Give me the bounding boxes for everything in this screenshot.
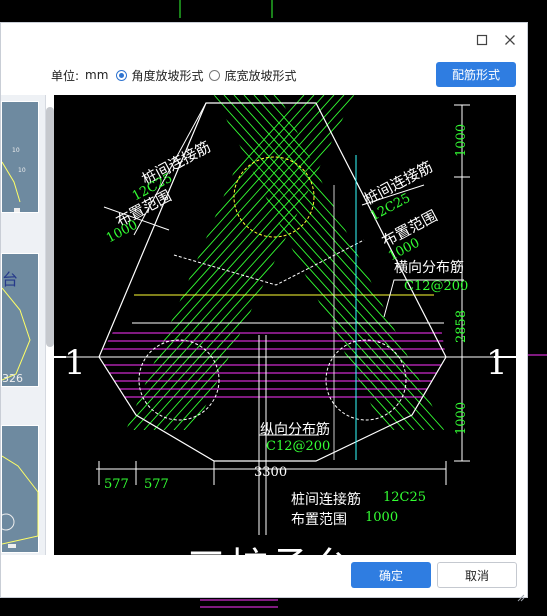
drawing-title: 三桩承台一 (186, 535, 396, 555)
label-longitudinal-rebar: 纵向分布筋 (260, 422, 330, 438)
dimension-bottom-1: 577 (104, 477, 129, 492)
section-label-left: 1 (64, 343, 86, 383)
thumbnail-text: 326 (2, 372, 23, 385)
maximize-icon[interactable] (473, 31, 491, 49)
thumbnail-drawing (1, 455, 39, 548)
label-bottom-range-value: 1000 (365, 510, 399, 525)
drawing-canvas: 桩间连接筋 12C25 布置范围 1000 桩间连接筋 12C25 布置范围 1… (54, 95, 516, 555)
dimension-bottom-total: 3300 (254, 465, 288, 480)
options-row: 单位: mm 角度放坡形式 底宽放坡形式 (51, 65, 296, 85)
radio-selected-icon (116, 69, 128, 81)
label-bottom-spec: 12C25 (383, 490, 427, 505)
radio-unselected-icon (209, 69, 221, 81)
thumbnail-list: 10 10 台 326 (1, 95, 46, 555)
thumbnail-item[interactable]: 台 326 (1, 253, 39, 387)
dimension-right-top: 1000 (454, 123, 469, 157)
unit-value: mm (85, 68, 109, 82)
thumbnail-scrollbar[interactable] (46, 107, 54, 347)
thumbnail-drawing: 10 10 (1, 147, 26, 212)
dimension-right-bottom: 1000 (454, 401, 469, 435)
cancel-button[interactable]: 取消 (437, 562, 517, 588)
resize-grip-icon[interactable] (517, 587, 525, 602)
label-bottom-range: 布置范围 (291, 512, 347, 528)
svg-text:10: 10 (12, 147, 20, 154)
rebar-dialog: 单位: mm 角度放坡形式 底宽放坡形式 配筋形式 10 10 台 326 桩间… (0, 22, 528, 602)
dashed-inner-line (173, 239, 365, 286)
radio-width-label: 底宽放坡形式 (224, 68, 297, 83)
label-transverse-rebar: 横向分布筋 (394, 260, 464, 276)
magenta-rebar-lines (99, 332, 446, 398)
label-bottom-rebar: 桩间连接筋 (291, 492, 361, 508)
label-transverse-spec: C12@200 (404, 279, 469, 294)
thumbnail-item[interactable]: 10 10 (1, 101, 39, 213)
ok-button[interactable]: 确定 (351, 562, 431, 588)
label-longitudinal-spec: C12@200 (266, 439, 331, 454)
unit-label: 单位: (51, 68, 80, 83)
thumbnail-text: 台 (2, 270, 19, 289)
dialog-titlebar (1, 23, 527, 57)
rebar-form-button[interactable]: 配筋形式 (436, 62, 516, 87)
dimension-right-middle: 2858 (454, 309, 469, 343)
radio-angle-slope[interactable]: 角度放坡形式 (116, 67, 203, 84)
radio-width-slope[interactable]: 底宽放坡形式 (209, 67, 296, 84)
close-icon[interactable] (501, 31, 519, 49)
thumbnail-item[interactable] (1, 425, 39, 553)
pile-circle-top (233, 156, 315, 238)
dimension-bottom-2: 577 (144, 477, 169, 492)
radio-angle-label: 角度放坡形式 (131, 68, 204, 83)
section-label-right: 1 (486, 343, 508, 383)
svg-text:10: 10 (18, 167, 26, 174)
